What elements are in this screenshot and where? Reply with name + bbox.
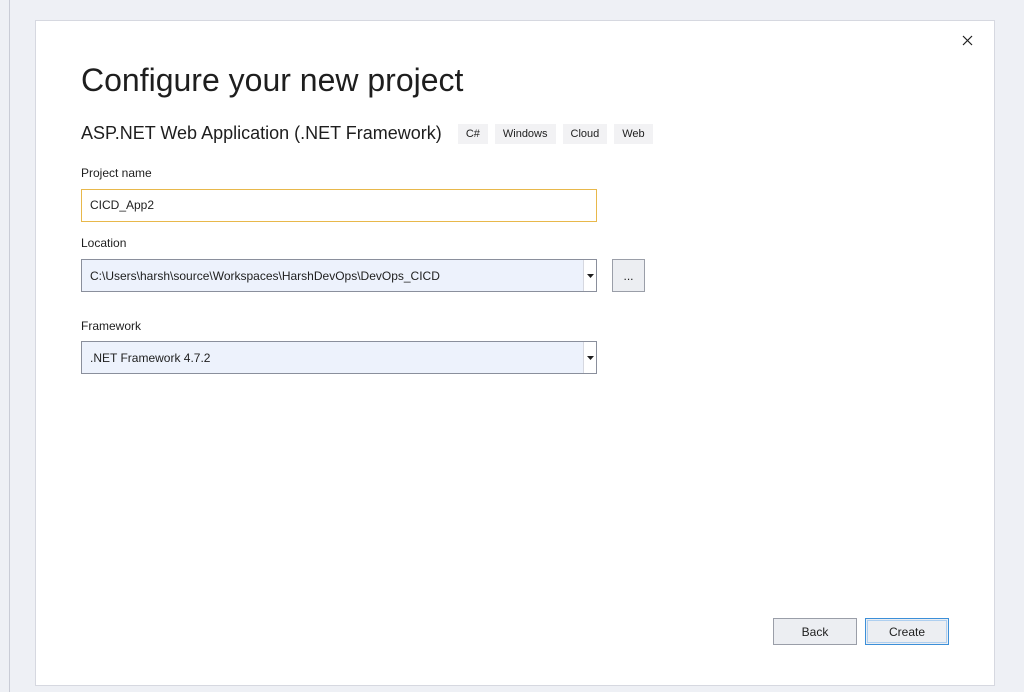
- browse-location-button[interactable]: ...: [612, 259, 645, 292]
- close-icon: [962, 35, 972, 45]
- back-button[interactable]: Back: [773, 618, 857, 645]
- project-name-label: Project name: [81, 166, 152, 180]
- tag-cloud: Cloud: [562, 123, 608, 144]
- tag-project-type: Web: [614, 123, 653, 144]
- tag-language: C#: [457, 123, 488, 144]
- chevron-down-icon: [586, 355, 594, 360]
- template-name: ASP.NET Web Application (.NET Framework): [81, 123, 442, 143]
- framework-value: .NET Framework 4.7.2: [90, 350, 211, 365]
- project-name-input[interactable]: CICD_App2: [81, 189, 597, 222]
- configure-project-dialog: Configure your new project ASP.NET Web A…: [35, 20, 995, 686]
- location-value: C:\Users\harsh\source\Workspaces\HarshDe…: [90, 268, 440, 283]
- location-dropdown-button[interactable]: [583, 260, 596, 291]
- tag-platform: Windows: [494, 123, 556, 144]
- location-combobox[interactable]: C:\Users\harsh\source\Workspaces\HarshDe…: [81, 259, 597, 292]
- create-button[interactable]: Create: [865, 618, 949, 645]
- window-edge: [9, 0, 10, 692]
- template-header: ASP.NET Web Application (.NET Framework)…: [81, 123, 660, 144]
- framework-select[interactable]: .NET Framework 4.7.2: [81, 341, 597, 374]
- chevron-down-icon: [586, 273, 594, 278]
- location-label: Location: [81, 236, 127, 250]
- close-button[interactable]: [956, 29, 978, 51]
- framework-dropdown-button[interactable]: [583, 342, 596, 373]
- page-title: Configure your new project: [81, 62, 464, 98]
- framework-label: Framework: [81, 319, 142, 333]
